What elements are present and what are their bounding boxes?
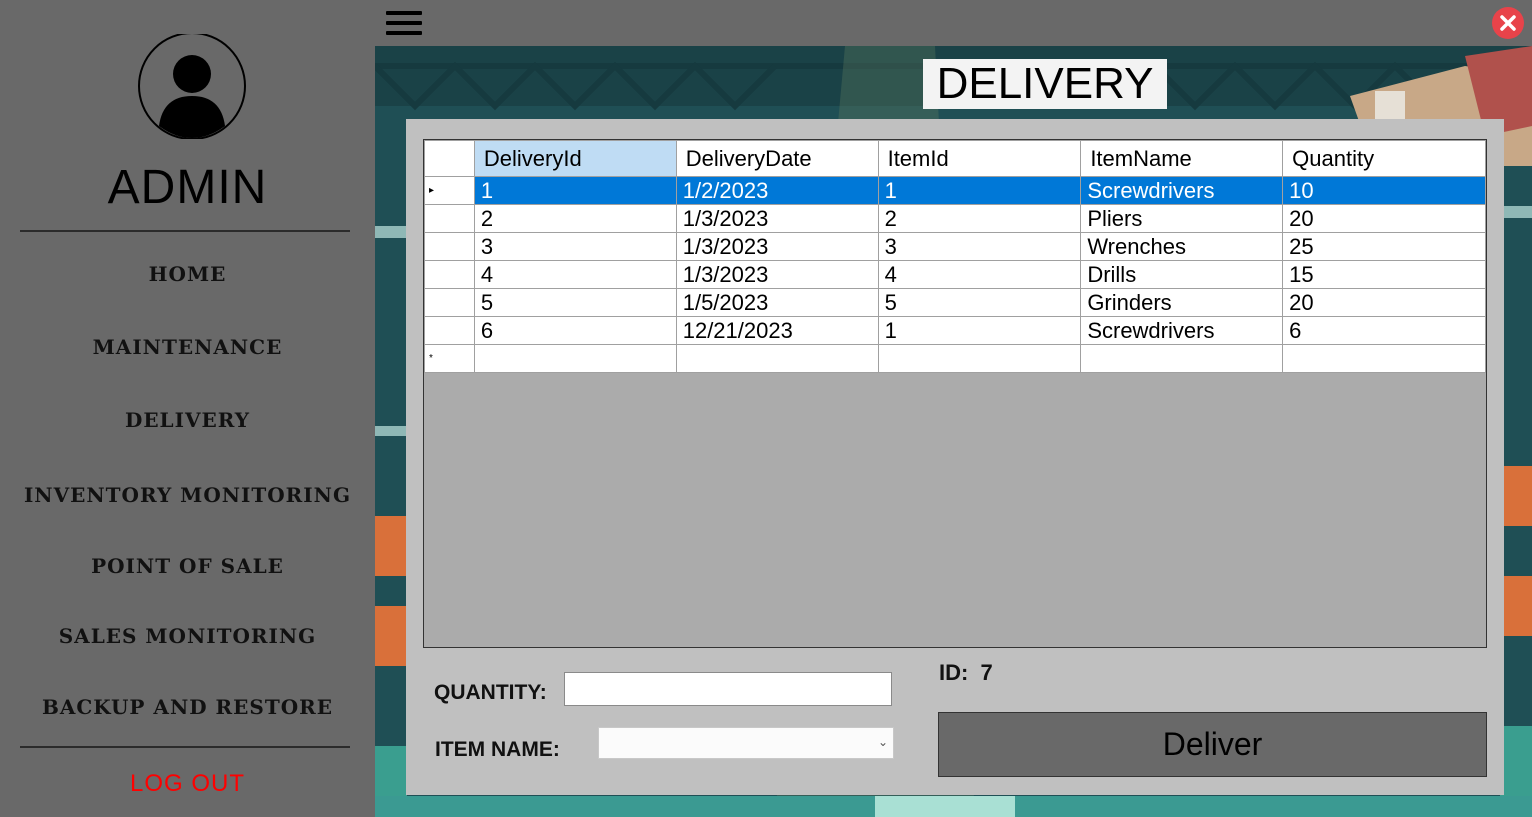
cell[interactable]: 10 <box>1282 176 1486 205</box>
cell[interactable] <box>1282 344 1486 373</box>
cell[interactable]: 25 <box>1282 232 1486 261</box>
table-row[interactable]: 5 1/5/2023 5 Grinders 20 <box>424 288 1486 317</box>
cell[interactable]: 1 <box>877 316 1082 345</box>
row-header[interactable] <box>424 260 475 289</box>
column-header-deliveryid[interactable]: DeliveryId <box>473 140 677 177</box>
new-row[interactable]: * <box>424 344 1486 373</box>
page-title: DELIVERY <box>923 59 1167 109</box>
sidebar: ADMIN HOME MAINTENANCE DELIVERY INVENTOR… <box>0 0 375 817</box>
quantity-input[interactable] <box>564 672 892 706</box>
cell[interactable]: 1/5/2023 <box>675 288 879 317</box>
table-row[interactable]: 3 1/3/2023 3 Wrenches 25 <box>424 232 1486 261</box>
cell[interactable]: 5 <box>877 288 1082 317</box>
delivery-panel: DeliveryId DeliveryDate ItemId ItemName … <box>406 119 1504 795</box>
cell[interactable]: 1/3/2023 <box>675 232 879 261</box>
cell[interactable]: 12/21/2023 <box>675 316 879 345</box>
current-row-marker[interactable]: ▸ <box>424 176 475 205</box>
cell[interactable]: 1 <box>473 176 677 205</box>
nav-inventory-monitoring[interactable]: INVENTORY MONITORING <box>0 483 375 507</box>
new-row-marker[interactable]: * <box>424 344 475 373</box>
user-role-label: ADMIN <box>107 161 268 214</box>
cell[interactable]: 20 <box>1282 204 1486 233</box>
cell[interactable]: 15 <box>1282 260 1486 289</box>
cell[interactable] <box>1080 344 1284 373</box>
cell[interactable]: 6 <box>1282 316 1486 345</box>
cell[interactable]: Wrenches <box>1080 232 1284 261</box>
table-row[interactable]: ▸ 1 1/2/2023 1 Screwdrivers 10 <box>424 176 1486 205</box>
cell[interactable]: 20 <box>1282 288 1486 317</box>
quantity-label: QUANTITY: <box>434 681 547 704</box>
row-header[interactable] <box>424 288 475 317</box>
cell[interactable]: 2 <box>473 204 677 233</box>
cell[interactable]: 3 <box>473 232 677 261</box>
sidebar-divider-bottom <box>20 746 350 748</box>
nav-home[interactable]: HOME <box>0 262 375 286</box>
cell[interactable]: 1 <box>877 176 1082 205</box>
cell[interactable]: Drills <box>1080 260 1284 289</box>
cell[interactable] <box>675 344 879 373</box>
cell[interactable]: 4 <box>877 260 1082 289</box>
nav-maintenance[interactable]: MAINTENANCE <box>0 335 375 359</box>
nav-sales-monitoring[interactable]: SALES MONITORING <box>0 624 375 648</box>
user-avatar-icon <box>138 34 246 139</box>
nav-backup-and-restore[interactable]: BACKUP AND RESTORE <box>0 695 375 719</box>
cell[interactable]: 2 <box>877 204 1082 233</box>
cell[interactable]: 3 <box>877 232 1082 261</box>
cell[interactable]: 1/3/2023 <box>675 204 879 233</box>
row-header[interactable] <box>424 204 475 233</box>
cell[interactable] <box>473 344 677 373</box>
table-row[interactable]: 2 1/3/2023 2 Pliers 20 <box>424 204 1486 233</box>
id-value: 7 <box>980 660 993 685</box>
table-row[interactable]: 4 1/3/2023 4 Drills 15 <box>424 260 1486 289</box>
cell[interactable]: Pliers <box>1080 204 1284 233</box>
id-label: ID: <box>939 660 969 685</box>
table-row[interactable]: 6 12/21/2023 1 Screwdrivers 6 <box>424 316 1486 345</box>
cell[interactable]: 5 <box>473 288 677 317</box>
column-header-quantity[interactable]: Quantity <box>1282 140 1486 177</box>
delivery-grid[interactable]: DeliveryId DeliveryDate ItemId ItemName … <box>423 139 1487 648</box>
row-header[interactable] <box>424 316 475 345</box>
item-name-select[interactable]: ⌄ <box>598 727 894 759</box>
cell[interactable] <box>877 344 1082 373</box>
hamburger-icon[interactable] <box>386 11 422 35</box>
cell[interactable]: Screwdrivers <box>1080 176 1284 205</box>
sidebar-divider-top <box>20 230 350 232</box>
cell[interactable]: 4 <box>473 260 677 289</box>
nav-point-of-sale[interactable]: POINT OF SALE <box>0 554 375 578</box>
cell[interactable]: 1/3/2023 <box>675 260 879 289</box>
close-icon[interactable] <box>1492 7 1524 39</box>
nav-delivery[interactable]: DELIVERY <box>0 408 375 432</box>
row-header[interactable] <box>424 232 475 261</box>
deliver-button[interactable]: Deliver <box>938 712 1487 777</box>
row-header-corner <box>424 140 475 177</box>
column-header-deliverydate[interactable]: DeliveryDate <box>675 140 879 177</box>
chevron-down-icon[interactable]: ⌄ <box>878 735 888 749</box>
cell[interactable]: Grinders <box>1080 288 1284 317</box>
column-header-itemid[interactable]: ItemId <box>877 140 1082 177</box>
column-header-itemname[interactable]: ItemName <box>1080 140 1284 177</box>
id-display: ID: 7 <box>939 660 993 686</box>
logout-button[interactable]: LOG OUT <box>0 770 375 798</box>
delivery-table: DeliveryId DeliveryDate ItemId ItemName … <box>424 140 1486 373</box>
item-name-label: ITEM NAME: <box>435 738 560 761</box>
cell[interactable]: 6 <box>473 316 677 345</box>
cell[interactable]: Screwdrivers <box>1080 316 1284 345</box>
cell[interactable]: 1/2/2023 <box>675 176 879 205</box>
